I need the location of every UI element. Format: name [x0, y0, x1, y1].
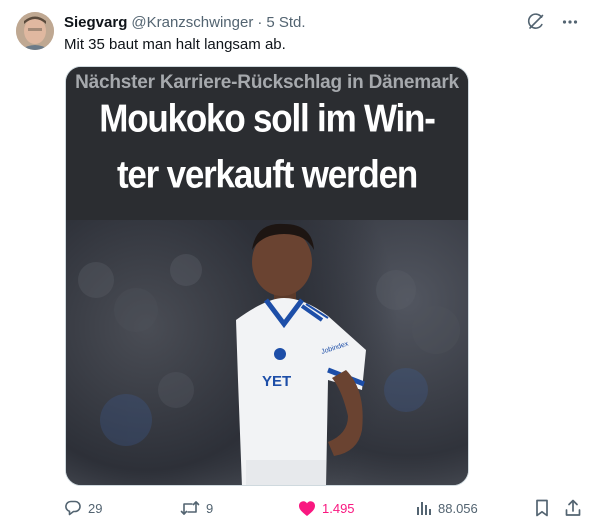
repost-count: 9 — [206, 500, 214, 516]
grok-icon[interactable] — [526, 12, 546, 32]
avatar[interactable] — [16, 12, 54, 50]
views-icon — [417, 502, 431, 515]
jersey-sponsor: YET — [262, 373, 291, 390]
tweet-actions: 29 9 1.495 88.056 — [64, 497, 584, 519]
heart-icon — [299, 500, 315, 516]
media-kicker: Nächster Karriere-Rückschlag in Dänemark — [75, 72, 459, 93]
media-headline-line2: ter verkauft werden — [116, 152, 418, 197]
reply-button[interactable]: 29 — [64, 497, 102, 519]
repost-icon — [180, 501, 200, 515]
like-count: 1.495 — [322, 500, 355, 516]
views-count: 88.056 — [438, 500, 478, 516]
tweet: Siegvarg @Kranzschwinger · 5 Std. Mit 35… — [0, 0, 598, 530]
tweet-media[interactable]: Nächster Karriere-Rückschlag in Dänemark… — [65, 66, 469, 486]
reply-count: 29 — [88, 500, 103, 516]
reply-icon — [65, 500, 81, 516]
share-icon — [565, 499, 581, 516]
like-button[interactable]: 1.495 — [298, 497, 355, 519]
bookmark-button[interactable] — [534, 497, 550, 519]
media-headline-line1: Moukoko soll im Win- — [99, 96, 436, 141]
timestamp[interactable]: 5 Std. — [266, 13, 305, 33]
views-button[interactable]: 88.056 — [416, 497, 478, 519]
tweet-text: Mit 35 baut man halt langsam ab. — [64, 36, 286, 53]
share-button[interactable] — [564, 497, 582, 519]
bookmark-icon — [536, 499, 548, 517]
author-handle[interactable]: @Kranzschwinger — [131, 13, 253, 33]
tweet-header: Siegvarg @Kranzschwinger · 5 Std. — [64, 13, 306, 33]
player-illustration: YET Jobindex — [78, 223, 460, 485]
media-photo: YET Jobindex — [66, 220, 468, 485]
media-headline-area: Nächster Karriere-Rückschlag in Dänemark… — [66, 67, 468, 220]
author-name[interactable]: Siegvarg — [64, 13, 127, 33]
repost-button[interactable]: 9 — [180, 497, 213, 519]
more-icon[interactable] — [560, 12, 580, 32]
separator: · — [257, 14, 263, 31]
top-actions — [526, 12, 580, 32]
